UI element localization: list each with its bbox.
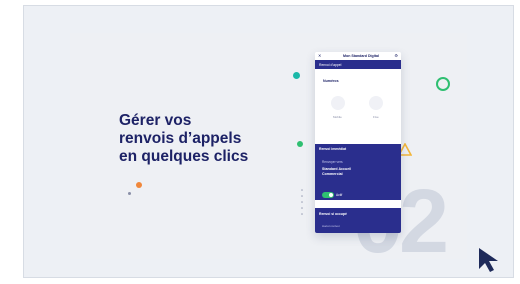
- teal-dot: [293, 72, 300, 79]
- screenshot-frame: 02 Gérer vos renvois d’appels en quelque…: [0, 0, 520, 284]
- phone-header-title: Mon Standard Digital: [343, 54, 379, 58]
- orange-dot: [136, 182, 142, 188]
- headline-line-2: renvois d’appels: [119, 130, 242, 147]
- headline-line-3: en quelques clics: [119, 148, 249, 165]
- phone-header: ✕ Mon Standard Digital ⚙: [315, 52, 401, 60]
- slide-headline: Gérer vos renvois d’appels en quelques c…: [119, 112, 279, 166]
- close-icon: ✕: [318, 53, 322, 58]
- forward-toggle: [322, 192, 334, 198]
- option-right-icon: [369, 96, 383, 110]
- option-left-label: Mobile: [333, 115, 342, 119]
- forward-toggle-label: Actif: [336, 193, 343, 197]
- phone-section-title: Numéros: [323, 79, 339, 83]
- forward-card2-line: Aucun renvoi: [322, 224, 340, 228]
- option-right-label: Fixe: [373, 115, 379, 119]
- green-dot: [297, 141, 303, 147]
- forward-card-immediate: Renvoi immédiat Renvoyer vers Standard A…: [315, 144, 401, 200]
- forward-card-title: Renvoi immédiat: [319, 147, 347, 151]
- settings-icon: ⚙: [394, 53, 398, 58]
- dot-grid-decoration: [301, 189, 303, 215]
- small-dot: [128, 192, 131, 195]
- forward-card-subtitle: Renvoyer vers: [322, 160, 343, 164]
- forward-card2-title: Renvoi si occupé: [319, 212, 347, 216]
- ring-icon: [436, 77, 450, 91]
- option-left-icon: [331, 96, 345, 110]
- forward-card-busy: Renvoi si occupé Aucun renvoi: [315, 208, 401, 233]
- cursor-arrow-icon: [479, 248, 498, 272]
- phone-nav-label: Renvoi d’appel: [319, 63, 342, 67]
- headline-line-1: Gérer vos: [119, 112, 192, 129]
- phone-mockup: ✕ Mon Standard Digital ⚙ Renvoi d’appel …: [315, 52, 401, 233]
- phone-nav-band: Renvoi d’appel: [315, 60, 401, 69]
- forward-card-target: Standard Accueil Commercial: [322, 167, 352, 176]
